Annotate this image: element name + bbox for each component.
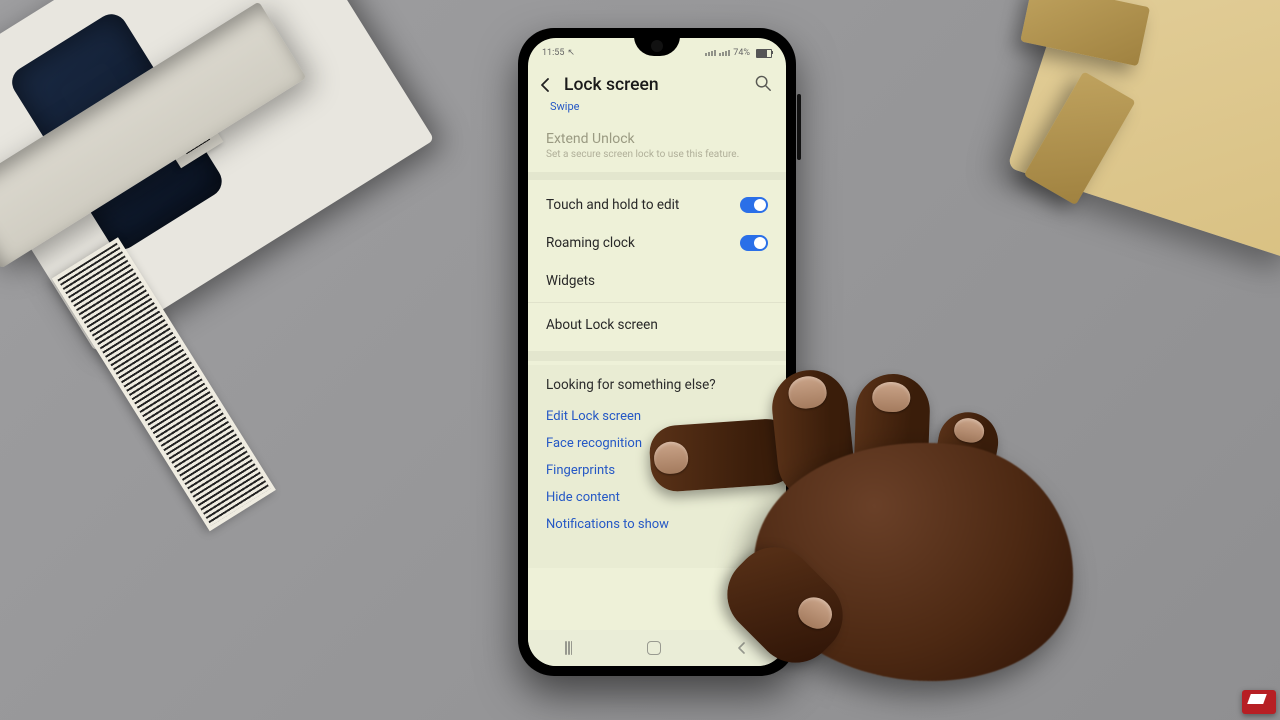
home-button[interactable] [647,641,661,655]
touch-hold-label: Touch and hold to edit [546,197,679,213]
battery-icon [756,49,772,58]
related-links-header: Looking for something else? [546,377,768,393]
widgets-label: Widgets [546,273,595,289]
about-section: About Lock screen [528,303,786,347]
section-divider [528,351,786,361]
call-icon: ↖ [567,48,574,58]
search-button[interactable] [754,74,772,96]
nail-icon [793,592,837,634]
roaming-clock-toggle[interactable] [740,235,768,251]
about-lock-screen-row[interactable]: About Lock screen [546,309,768,341]
chevron-left-icon [735,641,749,655]
nail-icon [952,416,986,445]
link-face-recognition[interactable]: Face recognition [546,430,768,457]
phone-device: 11:55 ↖ 74% Lock screen [518,28,796,676]
nail-icon [872,381,911,412]
touch-hold-toggle[interactable] [740,197,768,213]
section-divider [528,172,786,180]
chevron-left-icon [540,78,552,92]
settings-header: Lock screen [528,64,786,100]
status-time: 11:55 [542,48,564,58]
settings-list: Touch and hold to edit Roaming clock Wid… [528,184,786,302]
hand-ring-finger [853,373,931,496]
link-notifications-to-show[interactable]: Notifications to show [546,511,768,538]
scene: Galaxy A06 11:55 ↖ 74% [0,0,1280,720]
lock-mode-link[interactable]: Swipe [528,100,786,123]
related-links-list: Edit Lock screen Face recognition Finger… [546,403,768,538]
link-fingerprints[interactable]: Fingerprints [546,457,768,484]
hand-pinky-finger [927,408,1003,513]
nav-back-button[interactable] [735,641,749,655]
signal-icon [719,50,730,56]
about-lock-screen-label: About Lock screen [546,317,658,333]
phone-screen: 11:55 ↖ 74% Lock screen [528,38,786,666]
page-title: Lock screen [564,75,744,95]
back-button[interactable] [538,77,554,93]
android-navbar [528,630,786,666]
related-links-section: Looking for something else? Edit Lock sc… [528,365,786,568]
roaming-clock-row[interactable]: Roaming clock [546,224,768,262]
recents-button[interactable] [565,641,572,655]
link-edit-lock-screen[interactable]: Edit Lock screen [546,403,768,430]
link-hide-content[interactable]: Hide content [546,484,768,511]
extend-unlock-sub: Set a secure screen lock to use this fea… [546,149,768,160]
signal-icon [705,50,716,56]
touch-hold-row[interactable]: Touch and hold to edit [546,186,768,224]
roaming-clock-label: Roaming clock [546,235,635,251]
extend-unlock-label: Extend Unlock [546,131,768,147]
widgets-row[interactable]: Widgets [546,262,768,300]
extend-unlock-row: Extend Unlock Set a secure screen lock t… [528,123,786,168]
barcode-icon [52,237,276,531]
battery-pct: 74% [733,48,750,58]
watermark-chip [1242,690,1276,714]
wood-prop [1007,0,1280,260]
search-icon [754,74,772,92]
